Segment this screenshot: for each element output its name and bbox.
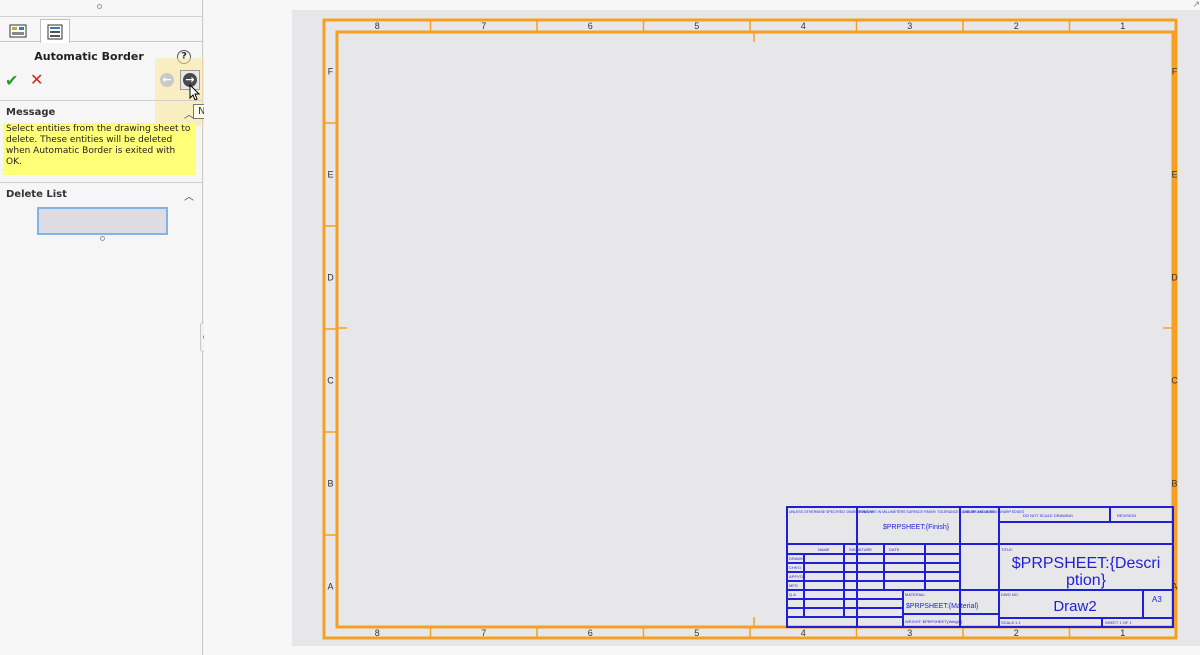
arrow-left-icon: ← [162, 73, 172, 86]
material-label: MATERIAL: [905, 592, 926, 597]
zone-row-label-right: C [1171, 376, 1178, 386]
divider [0, 100, 202, 101]
finish-value[interactable]: $PRPSHEET:{Finish} [883, 524, 950, 531]
col-name: NAME [818, 547, 830, 552]
zone-row-label-left: E [327, 170, 333, 180]
zone-labels: 8 7 6 5 4 3 2 18 7 6 5 4 3 2 1F FE ED DC CB BA A [327, 21, 1178, 638]
col-date: DATE [889, 547, 900, 552]
previous-button[interactable]: ← [160, 73, 174, 87]
divider [0, 182, 202, 183]
zone-column-label-top: 7 [481, 21, 486, 31]
sheet-size: A3 [1152, 595, 1162, 604]
corner-glyph: ↗ [1192, 0, 1200, 10]
title-label: TITLE: [1001, 547, 1013, 552]
row-label-checked: CHK'D [789, 565, 801, 570]
deburr-note: DEBURR AND BREAK SHARP EDGES [962, 510, 1025, 514]
zone-column-label-bottom: 3 [907, 628, 912, 638]
checkmark-icon: ✔ [5, 71, 19, 90]
panel-title: Automatic Border [34, 50, 144, 63]
feature-tree-icon [9, 24, 27, 38]
zone-column-label-top: 6 [588, 21, 593, 31]
dwg-no-label: DWG NO. [1001, 592, 1019, 597]
scale-label: SCALE:1:1 [1001, 620, 1022, 625]
x-icon: ✕ [30, 70, 44, 89]
zone-column-label-top: 1 [1120, 21, 1125, 31]
zone-column-label-bottom: 6 [588, 628, 593, 638]
zone-column-label-top: 8 [375, 21, 380, 31]
zone-column-label-top: 4 [801, 21, 806, 31]
zone-row-label-left: F [328, 67, 334, 77]
message-text: Select entities from the drawing sheet t… [3, 123, 196, 175]
drawing-number[interactable]: Draw2 [1053, 598, 1096, 615]
material-value[interactable]: $PRPSHEET:{Material} [906, 603, 979, 610]
zone-column-label-bottom: 8 [375, 628, 380, 638]
zone-row-label-left: D [327, 273, 334, 283]
message-section-header[interactable]: Message [6, 107, 55, 118]
zone-column-label-bottom: 1 [1120, 628, 1125, 638]
drawing-canvas[interactable]: 8765432187654321FFEEDDCCBBAA UNLESS OTHE… [204, 0, 1200, 655]
col-signature: SIGNATURE [849, 547, 872, 552]
property-manager-panel: Automatic Border ? ✔ ✕ ← → Next Message … [0, 0, 245, 655]
revision-label: REVISION [1117, 513, 1136, 518]
description-line-1[interactable]: $PRPSHEET:{Descri [1012, 555, 1161, 572]
list-resize-grip[interactable] [100, 236, 105, 241]
sheet-number-label: SHEET 1 OF 1 [1105, 620, 1132, 625]
drawing-sheet[interactable]: 8765432187654321FFEEDDCCBBAA UNLESS OTHE… [292, 10, 1200, 646]
property-manager-tab[interactable] [40, 19, 70, 43]
delete-list-section-header[interactable]: Delete List [6, 189, 67, 200]
zone-column-label-bottom: 5 [694, 628, 699, 638]
zone-column-label-top: 3 [907, 21, 912, 31]
inner-border[interactable] [335, 30, 1175, 629]
zone-row-label-right: B [1171, 479, 1177, 489]
zone-row-label-right: E [1171, 170, 1177, 180]
zone-column-label-top: 2 [1014, 21, 1019, 31]
chevron-up-icon[interactable]: ︿ [184, 106, 194, 121]
zone-column-label-bottom: 4 [801, 628, 806, 638]
row-label-approved: APPV'D [789, 574, 803, 579]
zone-row-label-right: D [1171, 273, 1178, 283]
ok-button[interactable]: ✔ [5, 71, 18, 90]
row-label-mfg: MFG [789, 583, 798, 588]
panel-tab-row [0, 16, 202, 43]
description-line-2[interactable]: ption} [1066, 572, 1107, 589]
zone-column-label-bottom: 7 [481, 628, 486, 638]
row-label-qa: Q.A [789, 592, 796, 597]
finish-label: FINISH: [859, 509, 873, 514]
outer-border[interactable] [322, 18, 1178, 640]
property-list-icon [47, 24, 63, 39]
delete-list-box[interactable] [37, 207, 168, 235]
feature-manager-tab[interactable] [5, 20, 31, 42]
zone-row-label-left: C [327, 376, 334, 386]
zone-row-label-left: B [327, 479, 333, 489]
panel-resize-grip[interactable] [97, 4, 102, 9]
zone-column-label-bottom: 2 [1014, 628, 1019, 638]
zone-column-label-top: 5 [694, 21, 699, 31]
zone-row-label-right: F [1172, 67, 1178, 77]
row-label-drawn: DRAWN [789, 556, 804, 561]
weight-label: WEIGHT: $PRPSHEET:{Weight} [905, 619, 963, 624]
sheet-format-drawing: 8 7 6 5 4 3 2 18 7 6 5 4 3 2 1F FE ED DC CB BA A [322, 18, 1178, 640]
cancel-button[interactable]: ✕ [30, 70, 43, 89]
zone-dividers [324, 20, 1176, 638]
chevron-up-icon[interactable]: ︿ [184, 188, 194, 203]
no-scale-note: DO NOT SCALE DRAWING [1023, 513, 1073, 518]
zone-row-label-left: A [327, 582, 333, 592]
